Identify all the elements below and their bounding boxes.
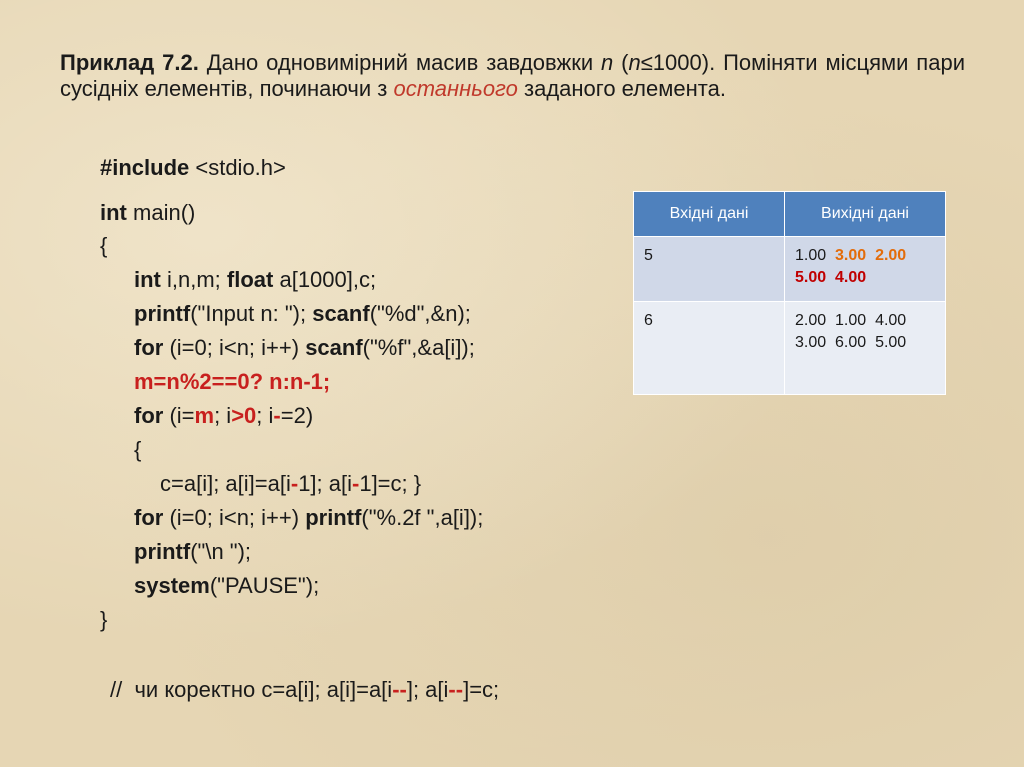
printf-args: ("\n "); (190, 539, 252, 564)
kw-scanf: scanf (305, 335, 363, 360)
code-line-swap: c=a[i]; a[i]=a[i-1]; a[i-1]=c; } (160, 467, 421, 501)
header-output: Вихідні дані (784, 191, 946, 237)
output-cell: 2.00 1.00 4.00 3.00 6.00 5.00 (784, 301, 946, 395)
include-header: <stdio.h> (189, 155, 286, 180)
kw-for: for (134, 335, 164, 360)
main-line: int main() (100, 196, 195, 230)
comment-part: ]=c; (463, 677, 500, 702)
problem-statement: Приклад 7.2. Дано одновимірний масив зав… (60, 50, 965, 102)
for-header: (i=0; i<n; i++) (163, 505, 306, 530)
table-row: 5 1.00 3.00 2.00 5.00 4.00 (633, 236, 946, 302)
loop-part: ; i (214, 403, 232, 428)
decl-vars: i,n,m; (160, 267, 227, 292)
scanf-args: ("%f",&a[i]); (362, 335, 475, 360)
include-line: #include <stdio.h> (100, 151, 286, 185)
code-line-read-loop: for (i=0; i<n; i++) scanf("%f",&a[i]); (134, 331, 475, 365)
loop-part: =2) (280, 403, 314, 428)
comment-decrement-highlight: -- (392, 677, 407, 702)
table-header-row: Вхідні дані Вихідні дані (633, 191, 946, 237)
int-keyword: int (100, 200, 127, 225)
header-input: Вхідні дані (633, 191, 785, 237)
system-args: ("PAUSE"); (209, 573, 320, 598)
inner-open-brace: { (134, 437, 142, 462)
include-keyword: #include (100, 155, 190, 180)
statement-text-2: заданого елемента. (517, 76, 726, 101)
kw-printf: printf (305, 505, 362, 530)
swap-part: c=a[i]; a[i]=a[i (160, 471, 291, 496)
code-line-input-n: printf("Input n: "); scanf("%d",&n); (134, 297, 471, 331)
code-line-pause: system("PAUSE"); (134, 569, 319, 603)
swap-part: 1]; a[i (298, 471, 352, 496)
highlight-last: останнього (393, 76, 518, 101)
decl-array: a[1000],c; (273, 267, 377, 292)
kw-printf: printf (134, 301, 191, 326)
kw-scanf: scanf (312, 301, 370, 326)
swap-part: 1]=c; } (359, 471, 422, 496)
loop-part: ; i (256, 403, 274, 428)
scanf-args: ("%d",&n); (369, 301, 471, 326)
loop-m-highlight: m (194, 403, 215, 428)
code-line-newline: printf("\n "); (134, 535, 251, 569)
output-value-orange: 2.00 (875, 247, 907, 264)
printf-args: ("Input n: "); (190, 301, 313, 326)
output-value-orange: 3.00 (835, 247, 867, 264)
comment-part: ]; a[i (406, 677, 449, 702)
n-condition: n (628, 50, 641, 75)
example-title: Приклад 7.2. (60, 50, 199, 75)
paren-open: ( (613, 50, 629, 75)
loop-part: (i= (163, 403, 195, 428)
output-line: 2.00 1.00 4.00 (795, 312, 907, 329)
comment-line: // чи коректно c=a[i]; a[i]=a[i--]; a[i-… (110, 673, 499, 707)
io-table: Вхідні дані Вихідні дані 5 1.00 3.00 2.0… (633, 191, 946, 395)
input-cell: 5 (633, 236, 785, 302)
code-line-print-loop: for (i=0; i<n; i++) printf("%.2f ",a[i])… (134, 501, 483, 535)
kw-printf: printf (134, 539, 191, 564)
comment-decrement-highlight: -- (448, 677, 464, 702)
output-value-red: 4.00 (835, 269, 867, 286)
kw-for: for (134, 403, 164, 428)
statement-text-1: Дано одновимірний масив завдовжки (198, 50, 601, 75)
output-line: 3.00 6.00 5.00 (795, 334, 907, 351)
open-brace: { (100, 233, 108, 258)
code-line-decl: int i,n,m; float a[1000],c; (134, 263, 376, 297)
for-header: (i=0; i<n; i++) (163, 335, 306, 360)
code-line-swap-loop: for (i=m; i>0; i-=2) (134, 399, 313, 433)
output-cell: 1.00 3.00 2.00 5.00 4.00 (784, 236, 946, 302)
comment-part: // чи коректно c=a[i]; a[i]=a[i (110, 677, 393, 702)
output-value-red: 5.00 (795, 269, 827, 286)
loop-minus-highlight: - (273, 403, 281, 428)
kw-float: float (226, 267, 274, 292)
kw-int: int (134, 267, 161, 292)
input-cell: 6 (633, 301, 785, 395)
main-signature: main() (126, 200, 196, 225)
n-variable: n (601, 50, 614, 75)
close-brace: } (100, 607, 108, 632)
kw-system: system (134, 573, 210, 598)
loop-gt-highlight: >0 (231, 403, 257, 428)
kw-for: for (134, 505, 164, 530)
code-line-m-assign: m=n%2==0? n:n-1; (134, 369, 331, 394)
output-value: 1.00 (795, 247, 827, 264)
printf-args: ("%.2f ",a[i]); (361, 505, 484, 530)
table-row: 6 2.00 1.00 4.00 3.00 6.00 5.00 (633, 301, 946, 395)
